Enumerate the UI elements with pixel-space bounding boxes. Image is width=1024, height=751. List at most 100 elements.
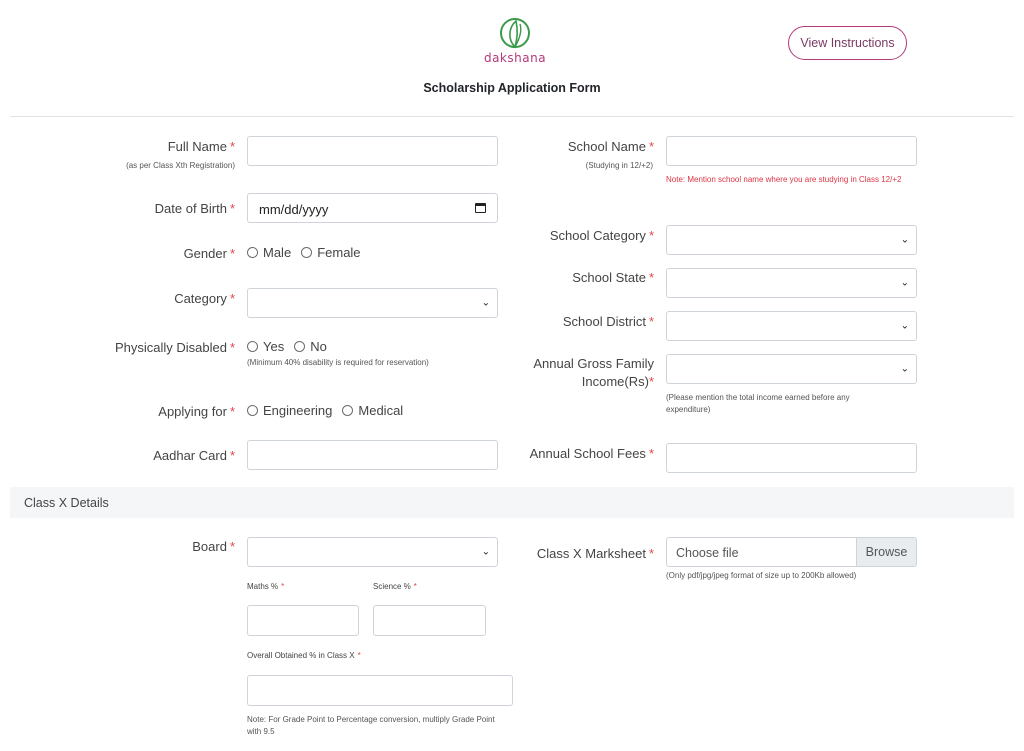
radio-no[interactable] — [294, 341, 306, 352]
required-mark: * — [229, 246, 235, 261]
school-state-label-text: School State — [572, 270, 646, 285]
required-mark: * — [648, 139, 654, 154]
school-category-select[interactable]: ⌄ — [666, 225, 917, 255]
school-state-label: School State * — [480, 269, 654, 287]
gender-male-option[interactable]: Male — [247, 245, 291, 260]
science-input[interactable] — [373, 605, 486, 636]
medical-label: Medical — [358, 403, 404, 418]
chevron-down-icon: ⌄ — [900, 363, 909, 375]
logo-text: dakshana — [483, 51, 547, 65]
required-mark: * — [648, 546, 654, 561]
annual-fees-label-text: Annual School Fees — [529, 446, 646, 461]
full-name-input[interactable] — [247, 136, 498, 166]
overall-label: Overall Obtained % in Class X * — [247, 651, 361, 661]
female-label: Female — [317, 245, 361, 260]
overall-note: Note: For Grade Point to Percentage conv… — [247, 715, 495, 736]
full-name-label: Full Name * — [60, 138, 235, 156]
school-category-label-text: School Category — [549, 228, 646, 243]
chevron-down-icon: ⌄ — [900, 277, 909, 289]
marksheet-label: Class X Marksheet * — [480, 545, 654, 563]
radio-female[interactable] — [301, 247, 313, 258]
school-district-label: School District * — [480, 313, 654, 331]
dob-label: Date of Birth * — [60, 200, 235, 218]
required-mark: * — [229, 404, 235, 419]
gender-female-option[interactable]: Female — [301, 245, 361, 260]
disability-note: (Minimum 40% disability is required for … — [247, 358, 429, 367]
category-label-text: Category — [174, 291, 227, 306]
science-label: Science % * — [373, 582, 417, 592]
required-mark: * — [357, 651, 361, 660]
chevron-down-icon: ⌄ — [900, 320, 909, 332]
school-district-label-text: School District — [562, 314, 646, 329]
board-select[interactable]: ⌄ — [247, 537, 498, 567]
radio-yes[interactable] — [247, 341, 258, 352]
gender-label: Gender * — [60, 245, 235, 263]
file-placeholder: Choose file — [676, 546, 739, 560]
physically-disabled-radio-group: Yes No — [247, 339, 337, 354]
required-mark: * — [229, 340, 235, 355]
full-name-label-text: Full Name — [167, 139, 227, 154]
annual-income-label-line1: Annual Gross Family — [533, 356, 654, 371]
science-label-text: Science % — [373, 582, 411, 591]
dob-input[interactable]: mm/dd/yyyy — [247, 193, 498, 223]
page-title: Scholarship Application Form — [423, 81, 601, 95]
category-label: Category * — [60, 290, 235, 308]
calendar-icon[interactable] — [475, 203, 486, 213]
required-mark: * — [648, 314, 654, 329]
annual-income-label-line2: Income(Rs) — [581, 374, 649, 389]
required-mark: * — [229, 448, 235, 463]
school-name-note: Note: Mention school name where you are … — [666, 175, 902, 184]
gender-label-text: Gender — [183, 246, 227, 261]
medical-option[interactable]: Medical — [342, 403, 403, 418]
school-state-select[interactable]: ⌄ — [666, 268, 917, 298]
required-mark: * — [229, 201, 235, 216]
class-x-section-header: Class X Details — [10, 487, 1014, 518]
aadhar-input[interactable] — [247, 440, 498, 470]
dakshana-logo: dakshana — [472, 16, 558, 68]
school-district-select[interactable]: ⌄ — [666, 311, 917, 341]
school-name-sub: (Studying in 12/+2) — [585, 161, 653, 170]
maths-input[interactable] — [247, 605, 359, 636]
browse-button[interactable]: Browse — [856, 538, 916, 566]
school-name-input[interactable] — [666, 136, 917, 166]
applying-for-label: Applying for * — [60, 403, 235, 421]
chevron-down-icon: ⌄ — [481, 297, 490, 309]
annual-fees-input[interactable] — [666, 443, 917, 473]
overall-input[interactable] — [247, 675, 513, 706]
board-label: Board * — [60, 538, 235, 556]
engineering-label: Engineering — [263, 403, 333, 418]
marksheet-note: (Only pdf/jpg/jpeg format of size up to … — [666, 571, 857, 580]
required-mark: * — [281, 582, 285, 591]
annual-income-select[interactable]: ⌄ — [666, 354, 917, 384]
no-label: No — [310, 339, 327, 354]
overall-label-text: Overall Obtained % in Class X — [247, 651, 355, 660]
required-mark: * — [229, 291, 235, 306]
dob-value: mm/dd/yyyy — [259, 202, 329, 217]
gender-radio-group: Male Female — [247, 245, 371, 260]
disabled-yes-option[interactable]: Yes — [247, 339, 284, 354]
school-name-label: School Name * — [480, 138, 654, 156]
physically-disabled-label-text: Physically Disabled — [114, 340, 227, 355]
aadhar-label: Aadhar Card * — [60, 447, 235, 465]
school-category-label: School Category * — [480, 227, 654, 245]
section-title: Class X Details — [24, 496, 109, 510]
physically-disabled-label: Physically Disabled * — [60, 339, 235, 357]
radio-engineering[interactable] — [247, 405, 258, 416]
dob-label-text: Date of Birth — [154, 201, 227, 216]
required-mark: * — [229, 139, 235, 154]
required-mark: * — [648, 446, 654, 461]
radio-male[interactable] — [247, 247, 258, 258]
maths-label-text: Maths % — [247, 582, 279, 591]
full-name-sub: (as per Class Xth Registration) — [126, 161, 235, 170]
category-select[interactable]: ⌄ — [247, 288, 498, 318]
aadhar-label-text: Aadhar Card — [153, 448, 227, 463]
engineering-option[interactable]: Engineering — [247, 403, 332, 418]
disabled-no-option[interactable]: No — [294, 339, 327, 354]
annual-income-note: (Please mention the total income earned … — [666, 393, 850, 414]
applying-for-label-text: Applying for — [158, 404, 227, 419]
header-divider — [10, 116, 1014, 117]
school-name-label-text: School Name — [567, 139, 646, 154]
radio-medical[interactable] — [342, 405, 354, 416]
view-instructions-button[interactable]: View Instructions — [788, 26, 907, 60]
marksheet-file-input[interactable]: Choose file Browse — [666, 537, 917, 567]
